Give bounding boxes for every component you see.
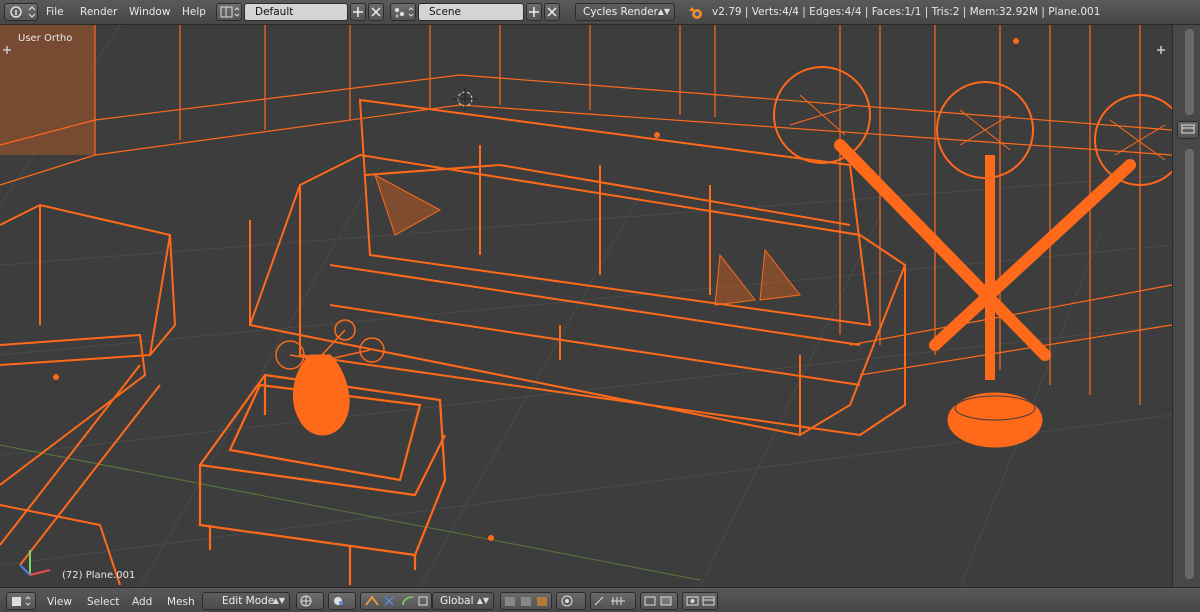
scene-icon — [394, 7, 414, 18]
orientation-label: Global — [440, 595, 474, 607]
screen-layout-icon — [220, 6, 240, 18]
close-icon — [547, 7, 557, 17]
mode-label: Edit Mode — [222, 595, 275, 607]
object-origins — [53, 38, 1019, 541]
dropdown-arrow-icon: ▲▼ — [272, 596, 285, 605]
info-icon — [10, 6, 36, 18]
3d-view-icon — [12, 596, 31, 606]
viewport-scene — [0, 25, 1172, 587]
object-label: (72) Plane.001 — [62, 570, 136, 581]
overlay-icon — [644, 596, 672, 606]
scene-field[interactable]: Scene — [418, 3, 524, 21]
pivot-icon — [334, 597, 343, 605]
snap-group[interactable] — [590, 592, 636, 610]
wall-wireframe — [0, 25, 1172, 405]
close-icon — [371, 7, 381, 17]
menu-render[interactable]: Render — [80, 6, 117, 18]
add-layout-button[interactable] — [350, 3, 366, 21]
blender-logo-icon — [689, 7, 702, 19]
sofa-wireframe — [248, 98, 907, 437]
dropdown-arrow-icon: ▲▼ — [476, 596, 489, 605]
vase-wireframe — [275, 319, 385, 436]
menu-help[interactable]: Help — [182, 6, 206, 18]
menu-select[interactable]: Select — [87, 596, 119, 608]
add-icon — [353, 7, 363, 17]
properties-editor-button[interactable] — [1177, 121, 1199, 139]
remove-layout-button[interactable] — [368, 3, 384, 21]
wall-panel-highlight — [0, 25, 95, 155]
editor-type-button-3d[interactable] — [6, 592, 36, 610]
menu-view[interactable]: View — [47, 596, 72, 608]
render-icon — [686, 596, 715, 606]
render-engine-dropdown[interactable]: Cycles Render ▲▼ — [575, 3, 675, 21]
3d-cursor-icon[interactable] — [453, 87, 477, 111]
manipulator-group[interactable] — [360, 592, 432, 610]
snap-icon — [594, 596, 625, 606]
menu-file[interactable]: File — [46, 6, 64, 18]
scrollbar[interactable] — [1185, 149, 1194, 579]
render-engine-label: Cycles Render — [583, 6, 658, 18]
screen-layout-field[interactable]: Default — [244, 3, 348, 21]
properties-strip — [1172, 25, 1200, 587]
scrollbar-top[interactable] — [1185, 29, 1194, 115]
pivot-button[interactable] — [328, 592, 356, 610]
view-label: User Ortho — [18, 33, 73, 44]
floor-lamp-wireframe — [773, 66, 1172, 448]
dropdown-arrow-icon: ▲▼ — [657, 7, 670, 16]
select-mode-icon — [505, 597, 547, 606]
remove-scene-button[interactable] — [544, 3, 560, 21]
menu-window[interactable]: Window — [129, 6, 170, 18]
editor-type-button[interactable] — [4, 3, 38, 21]
mode-dropdown[interactable]: Edit Mode ▲▼ — [202, 592, 290, 610]
shading-icon — [300, 595, 312, 607]
orientation-dropdown[interactable]: Global ▲▼ — [432, 592, 494, 610]
shading-button[interactable] — [296, 592, 324, 610]
axis-gizmo — [19, 550, 51, 576]
select-mode-group[interactable] — [500, 592, 552, 610]
add-scene-button[interactable] — [526, 3, 542, 21]
proportional-edit-icon — [561, 595, 573, 607]
screen-layout-button[interactable] — [216, 3, 242, 21]
scene-stats: v2.79 | Verts:4/4 | Edges:4/4 | Faces:1/… — [712, 6, 1101, 18]
armchair-wireframe — [0, 203, 177, 586]
proportional-edit-button[interactable] — [556, 592, 586, 610]
overlay-group[interactable] — [640, 592, 678, 610]
manipulator-icon — [365, 595, 428, 606]
render-buttons[interactable] — [682, 592, 718, 610]
scene-button[interactable] — [390, 3, 416, 21]
region-toggle-icon[interactable] — [2, 45, 12, 55]
menu-add[interactable]: Add — [132, 596, 152, 608]
info-header: File Render Window Help Default Scene Cy… — [0, 0, 1200, 25]
3d-viewport[interactable]: User Ortho (72) Plane.001 — [0, 25, 1172, 587]
region-toggle-icon-right[interactable] — [1156, 45, 1166, 55]
add-icon — [529, 7, 539, 17]
properties-icon — [1181, 124, 1195, 134]
3d-view-header: View Select Add Mesh Edit Mode ▲▼ Global… — [0, 587, 1200, 612]
menu-mesh[interactable]: Mesh — [167, 596, 195, 608]
